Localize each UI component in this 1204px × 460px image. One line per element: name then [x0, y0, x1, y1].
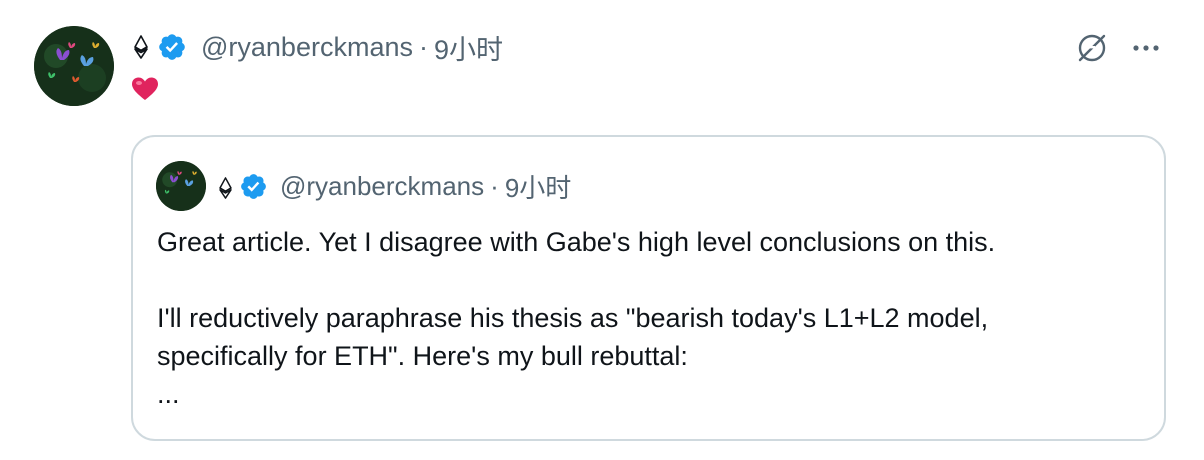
- quoted-text-line: Great article. Yet I disagree with Gabe'…: [157, 227, 996, 257]
- quoted-timestamp[interactable]: 9小时: [505, 168, 571, 205]
- ethereum-icon: [218, 175, 233, 199]
- tweet-actions: [1074, 30, 1164, 66]
- author-handle[interactable]: @ryanberckmans: [201, 32, 413, 63]
- butterfly-avatar-image: [34, 26, 114, 106]
- quoted-text-line: I'll reductively paraphrase his thesis a…: [157, 303, 989, 333]
- quoted-tweet-text: Great article. Yet I disagree with Gabe'…: [157, 223, 1147, 413]
- tweet[interactable]: @ryanberckmans · 9小时 @ryanberckmans · 9小…: [0, 0, 1204, 460]
- quoted-avatar[interactable]: [156, 161, 206, 211]
- butterfly-avatar-image: [156, 161, 206, 211]
- heart-icon: [131, 76, 159, 102]
- tweet-text: [131, 76, 159, 106]
- ethereum-icon: [133, 35, 149, 59]
- tweet-header: @ryanberckmans · 9小时: [133, 27, 503, 67]
- timestamp[interactable]: 9小时: [434, 28, 503, 67]
- quoted-text-ellipsis: ...: [157, 379, 180, 409]
- separator-dot: ·: [490, 170, 499, 201]
- separator-dot: ·: [418, 31, 428, 62]
- quoted-tweet[interactable]: @ryanberckmans · 9小时 Great article. Yet …: [131, 135, 1166, 441]
- avatar[interactable]: [34, 26, 114, 106]
- verified-badge-icon[interactable]: [157, 32, 187, 62]
- more-options-icon[interactable]: [1128, 30, 1164, 66]
- quoted-text-line: specifically for ETH". Here's my bull re…: [157, 341, 688, 371]
- quoted-author-handle[interactable]: @ryanberckmans: [280, 171, 484, 202]
- quoted-tweet-header: @ryanberckmans · 9小时: [156, 160, 571, 212]
- verified-badge-icon[interactable]: [239, 172, 268, 201]
- grok-icon[interactable]: [1074, 30, 1110, 66]
